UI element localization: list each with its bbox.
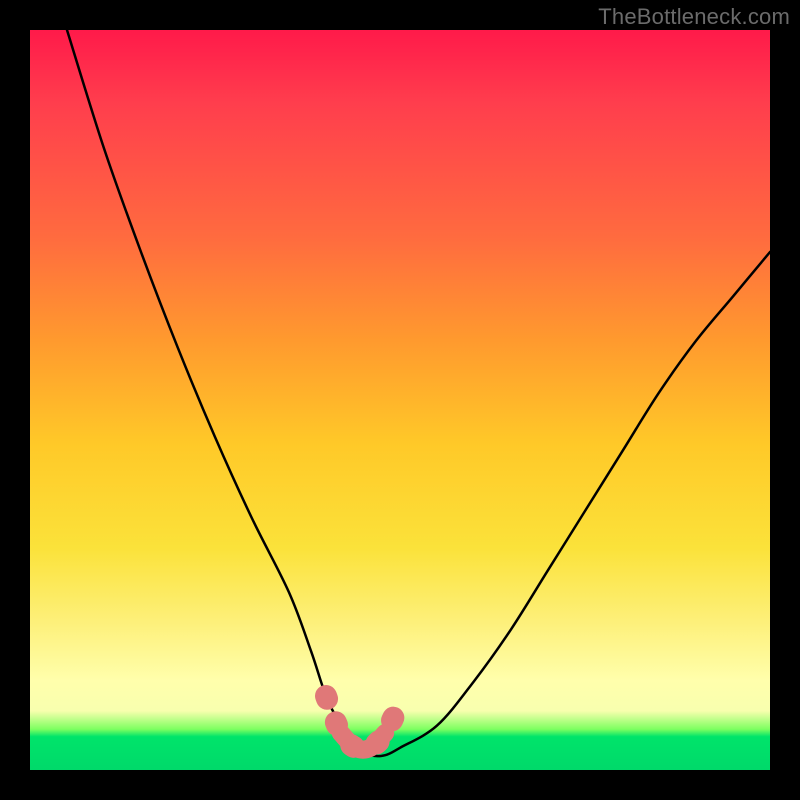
optimal-range-marker [326,696,400,750]
chart-svg [30,30,770,770]
watermark-text: TheBottleneck.com [598,4,790,30]
plot-area [30,30,770,770]
chart-frame: TheBottleneck.com [0,0,800,800]
bottleneck-curve-line [67,30,770,756]
